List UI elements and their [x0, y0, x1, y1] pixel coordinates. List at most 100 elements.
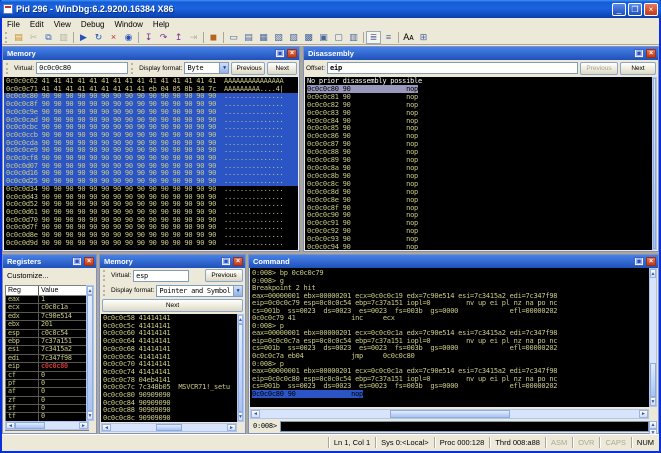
toolbar-grip[interactable] [5, 31, 8, 43]
command-output[interactable]: 0:008> bp 0c0c0c79 0:008> g Breakpoint 2 h… [250, 268, 649, 407]
close-icon[interactable]: × [646, 49, 656, 58]
memory-row[interactable]: 0c0c0d9d 90 90 90 90 90 90 90 90 90 90 9… [4, 239, 298, 248]
register-row[interactable]: af 0 [6, 387, 88, 397]
scroll-left-icon[interactable]: ◄ [251, 410, 260, 418]
dock-icon[interactable]: ▣ [275, 49, 285, 58]
close-button[interactable]: × [644, 2, 658, 16]
stop-debugging-icon[interactable]: × [106, 31, 121, 44]
disassembly-pane-titlebar[interactable]: Disassembly ▣ × [304, 47, 658, 60]
virtual-address-input[interactable]: 0c0c0c80 [36, 62, 129, 74]
memory-hex-dump[interactable]: 0c0c0c62 41 41 41 41 41 41 41 41 41 41 4… [4, 77, 298, 250]
next-button[interactable]: Next [102, 298, 243, 312]
register-row[interactable]: zf 0 [6, 396, 88, 406]
scrollbar-thumb[interactable] [650, 363, 656, 397]
chevron-down-icon[interactable]: ▼ [219, 63, 229, 73]
step-out-icon[interactable]: ↥ [171, 31, 186, 44]
dock-icon[interactable]: ▣ [634, 257, 644, 266]
register-row[interactable]: eip c0c0c80 [6, 362, 88, 372]
virtual-address-input[interactable]: esp [133, 269, 190, 282]
menu-window[interactable]: Window [109, 19, 147, 30]
horizontal-scrollbar[interactable]: ◄ ► [250, 409, 649, 419]
copy-icon[interactable]: ⧉ [41, 31, 56, 44]
scroll-up-icon[interactable]: ▲ [87, 286, 93, 295]
scroll-right-icon[interactable]: ► [639, 410, 648, 418]
horizontal-scrollbar[interactable]: ◄ ► [101, 423, 237, 432]
disassembly-window-icon[interactable]: ▣ [316, 31, 331, 44]
scroll-up-icon[interactable]: ▲ [650, 269, 656, 278]
scroll-right-icon[interactable]: ► [227, 424, 236, 431]
source-mode-off-icon[interactable]: ≡ [381, 31, 396, 44]
close-icon[interactable]: × [287, 49, 297, 58]
scroll-down-icon[interactable]: ▼ [238, 412, 243, 421]
scrollbar-thumb[interactable] [156, 424, 182, 431]
locals-window-icon[interactable]: ▦ [256, 31, 271, 44]
scroll-down-icon[interactable]: ▼ [87, 411, 93, 420]
toolbar-options-icon[interactable]: ⊞ [416, 31, 431, 44]
menu-view[interactable]: View [49, 19, 76, 30]
scroll-down-icon[interactable]: ▼ [650, 397, 656, 406]
scroll-left-icon[interactable]: ◄ [102, 424, 111, 431]
memory-row[interactable]: 0c0c0c8c 90909090 [101, 414, 237, 422]
command-line[interactable]: 0c0c0c80 90 nop [250, 389, 649, 399]
memory-pointer-list[interactable]: 0c0c0c58 41414141 0c0c0c5c 41414141 0c0c0c… [101, 314, 237, 422]
vertical-scrollbar[interactable]: ▲ ▼ [86, 285, 94, 421]
step-over-icon[interactable]: ↷ [156, 31, 171, 44]
dock-icon[interactable]: ▣ [221, 257, 231, 266]
previous-button[interactable]: Previous [231, 61, 266, 75]
minimize-button[interactable]: _ [612, 2, 626, 16]
close-icon[interactable]: × [84, 257, 94, 266]
register-row[interactable]: sf 0 [6, 404, 88, 414]
vertical-scrollbar[interactable]: ▲ ▼ [237, 314, 244, 422]
disassembly-row[interactable]: 0c0c0c94 90 nop [305, 243, 652, 250]
menu-edit[interactable]: Edit [25, 19, 49, 30]
command-line[interactable]: 0c0c0c79 41 inc ecx [250, 315, 649, 323]
run-to-cursor-icon[interactable]: ⇥ [186, 31, 201, 44]
command-line[interactable]: 0c0c0c7a eb04 jmp 0c0c0c80 [250, 352, 649, 361]
source-mode-on-icon[interactable]: ≣ [366, 30, 381, 44]
register-row[interactable]: pf 0 [6, 379, 88, 389]
scrollbar-thumb[interactable] [15, 422, 45, 429]
chevron-down-icon[interactable]: ▼ [233, 285, 242, 296]
command-input[interactable] [279, 420, 649, 432]
next-button[interactable]: Next [267, 61, 298, 75]
scroll-right-icon[interactable]: ► [79, 422, 88, 429]
title-bar[interactable]: Pid 296 - WinDbg:6.2.9200.16384 X86 _ ❒ … [0, 0, 661, 18]
menu-file[interactable]: File [2, 19, 25, 30]
close-icon[interactable]: × [233, 257, 243, 266]
memory-esp-pane-titlebar[interactable]: Memory ▣ × [100, 255, 245, 268]
paste-icon[interactable]: ▥ [56, 31, 71, 44]
menu-debug[interactable]: Debug [76, 19, 110, 30]
scrollbar-thumb[interactable] [653, 78, 656, 249]
open-source-file-icon[interactable]: ▤ [11, 31, 26, 44]
horizontal-scrollbar[interactable]: ◄ ► [5, 421, 89, 430]
break-icon[interactable]: ◉ [121, 31, 136, 44]
customize-link[interactable]: Customize... [3, 268, 96, 280]
command-window-icon[interactable]: ▭ [226, 31, 241, 44]
registers-table[interactable]: Reg Value eax 1 ecx c0c0c1a edx 7c90e514 ebx 20… [5, 285, 89, 432]
scrollbar-thumb[interactable] [389, 410, 510, 418]
vertical-scrollbar[interactable]: ▲ ▼ [649, 268, 657, 407]
scroll-left-icon[interactable]: ◄ [6, 422, 15, 429]
scroll-up-icon[interactable]: ▲ [238, 315, 243, 324]
scrollbar-thumb[interactable] [87, 295, 93, 411]
input-spinner[interactable]: ▲ ▼ [649, 420, 657, 437]
command-pane-titlebar[interactable]: Command ▣ × [249, 255, 658, 268]
maximize-button[interactable]: ❒ [628, 2, 642, 16]
scratchpad-window-icon[interactable]: ▢ [331, 31, 346, 44]
close-icon[interactable]: × [646, 257, 656, 266]
processes-window-icon[interactable]: ▥ [346, 31, 361, 44]
cut-icon[interactable]: ✂ [26, 31, 41, 44]
restart-icon[interactable]: ↻ [91, 31, 106, 44]
dock-icon[interactable]: ▣ [634, 49, 644, 58]
font-icon[interactable]: Aᴀ [401, 31, 416, 44]
previous-button[interactable]: Previous [580, 61, 618, 75]
dock-icon[interactable]: ▣ [72, 257, 82, 266]
display-format-select[interactable]: Pointer and Symbol ▼ [156, 284, 243, 297]
offset-input[interactable]: eip [327, 62, 578, 74]
memory-pane-titlebar[interactable]: Memory ▣ × [3, 47, 299, 60]
insert-breakpoint-icon[interactable]: ◼ [206, 31, 221, 44]
go-icon[interactable]: ▶ [76, 31, 91, 44]
next-button[interactable]: Next [620, 61, 656, 75]
callstack-window-icon[interactable]: ▩ [301, 31, 316, 44]
disassembly-listing[interactable]: No prior disassembly possible 0c0c0c80 90… [305, 77, 652, 250]
